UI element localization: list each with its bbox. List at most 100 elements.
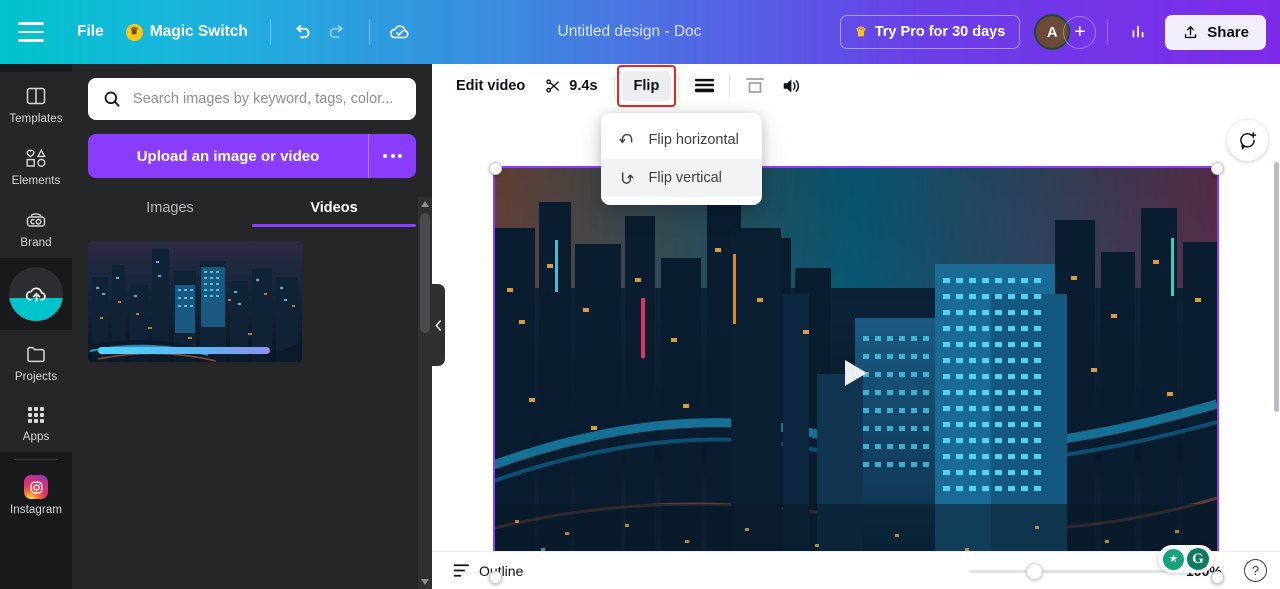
duration-label: 9.4s — [569, 78, 598, 94]
flip-dropdown-menu: Flip horizontal Flip vertical — [600, 113, 762, 205]
upload-button-group: Upload an image or video — [88, 134, 416, 178]
resize-handle-top-right[interactable] — [1210, 161, 1224, 175]
toolbar-divider — [678, 75, 680, 97]
position-layers-icon[interactable] — [686, 70, 722, 102]
hamburger-icon[interactable] — [18, 22, 44, 42]
play-icon[interactable] — [845, 359, 867, 386]
resize-handle-bottom-right[interactable] — [1210, 570, 1224, 584]
magic-switch-button[interactable]: ♛ Magic Switch — [115, 16, 259, 48]
outline-button[interactable]: Outline — [445, 557, 531, 585]
left-rail: Templates Elements Brand Projects Apps I… — [0, 64, 72, 589]
panel-collapse-button[interactable] — [432, 284, 445, 366]
resize-handle-bottom-left[interactable] — [488, 570, 502, 584]
design-canvas[interactable]: G — [432, 108, 1280, 584]
toolbar-divider — [729, 75, 731, 97]
scissors-icon — [546, 79, 560, 93]
scrollbar-thumb[interactable] — [1274, 162, 1279, 412]
panel-tabs: Images Videos — [88, 191, 416, 227]
caret-up-icon[interactable] — [418, 197, 432, 211]
outline-list-icon — [453, 564, 469, 577]
crown-icon: ♛ — [855, 24, 867, 39]
bottom-status-bar: Outline 100% ? — [432, 551, 1280, 589]
upload-arrow-icon — [1185, 25, 1197, 38]
grammarly-widget[interactable]: G — [1158, 545, 1214, 573]
toolbar-divider — [613, 75, 615, 97]
grammarly-logo[interactable]: G — [1187, 548, 1209, 570]
search-icon — [104, 91, 120, 107]
sidebar-item-label: Elements — [11, 175, 61, 187]
cloud-check-icon[interactable] — [381, 13, 419, 51]
templates-icon — [26, 87, 46, 105]
upload-button[interactable]: Upload an image or video — [88, 134, 368, 178]
share-button[interactable]: Share — [1165, 14, 1266, 50]
zoom-slider-knob[interactable] — [1026, 562, 1043, 580]
sidebar-item-projects[interactable]: Projects — [0, 330, 72, 392]
share-label: Share — [1207, 23, 1249, 41]
try-pro-label: Try Pro for 30 days — [874, 24, 1006, 40]
toolbar-divider — [269, 19, 271, 45]
question-mark-icon[interactable]: ? — [1244, 559, 1267, 582]
panel-scrollbar[interactable] — [418, 197, 432, 589]
list-item[interactable] — [88, 241, 302, 362]
selected-video-element[interactable]: G — [493, 166, 1219, 579]
sidebar-item-label: Apps — [22, 431, 50, 443]
editor-area: Edit video 9.4s Flip Flip horizontal Fli… — [432, 64, 1280, 589]
add-member-button[interactable]: + — [1063, 15, 1097, 49]
sidebar-item-label: Projects — [14, 371, 58, 383]
sidebar-item-templates[interactable]: Templates — [0, 72, 72, 134]
apps-grid-icon — [28, 407, 44, 423]
menu-item-flip-horizontal[interactable]: Flip horizontal — [601, 121, 762, 159]
sidebar-item-elements[interactable]: Elements — [0, 134, 72, 196]
tab-videos[interactable]: Videos — [252, 191, 416, 227]
uploads-panel: Upload an image or video Images Videos — [72, 64, 432, 589]
top-toolbar: File ♛ Magic Switch Untitled design - Do… — [0, 0, 1280, 64]
flip-control: Flip Flip horizontal Flip vertical — [600, 65, 762, 205]
edit-video-button[interactable]: Edit video — [446, 70, 535, 102]
sidebar-item-label: Templates — [9, 113, 63, 125]
sidebar-item-uploads[interactable] — [9, 267, 63, 321]
speaker-volume-icon[interactable] — [773, 70, 809, 102]
chevron-left-icon — [435, 319, 441, 331]
search-input[interactable] — [133, 91, 402, 107]
sidebar-item-label: Instagram — [9, 504, 63, 516]
media-grid — [72, 227, 432, 362]
brand-icon — [26, 213, 46, 227]
sidebar-item-apps[interactable]: Apps — [0, 392, 72, 452]
zoom-slider[interactable] — [970, 562, 1170, 580]
scrollbar-thumb[interactable] — [420, 213, 430, 333]
menu-item-flip-vertical[interactable]: Flip vertical — [600, 159, 762, 197]
document-title[interactable]: Untitled design - Doc — [548, 17, 712, 47]
file-menu-button[interactable]: File — [66, 16, 115, 48]
crown-icon: ♛ — [125, 23, 143, 41]
trim-duration-button[interactable]: 9.4s — [535, 70, 606, 102]
sidebar-item-label: Brand — [20, 237, 52, 249]
elements-icon — [26, 148, 46, 167]
ellipsis-icon[interactable] — [368, 134, 416, 178]
flip-vertical-icon — [621, 172, 633, 184]
cloud-upload-icon — [25, 287, 46, 302]
flip-horizontal-icon — [619, 133, 632, 144]
menu-item-label: Flip vertical — [648, 170, 722, 186]
magic-switch-label: Magic Switch — [149, 23, 248, 40]
resize-handle-top-left[interactable] — [488, 161, 502, 175]
sidebar-item-brand[interactable]: Brand — [0, 196, 72, 258]
flip-button[interactable]: Flip — [621, 71, 672, 101]
try-pro-button[interactable]: ♛ Try Pro for 30 days — [840, 15, 1021, 49]
instagram-icon — [24, 475, 48, 499]
toolbar-divider — [368, 19, 370, 45]
redo-icon[interactable] — [320, 13, 358, 51]
canvas-scrollbar[interactable] — [1273, 152, 1280, 513]
bar-chart-icon[interactable] — [1119, 13, 1157, 51]
sidebar-item-instagram[interactable]: Instagram — [0, 463, 72, 525]
video-toolbar: Edit video 9.4s Flip Flip horizontal Fli… — [432, 64, 1280, 205]
toolbar-divider — [1107, 19, 1109, 45]
search-bar[interactable] — [88, 78, 416, 120]
video-duration-bar — [98, 347, 270, 354]
zoom-slider-track — [970, 569, 1170, 573]
caret-down-icon[interactable] — [418, 575, 432, 589]
tab-images[interactable]: Images — [88, 191, 252, 227]
grammarly-suggestion-icon[interactable] — [1163, 548, 1184, 570]
undo-icon[interactable] — [282, 13, 320, 51]
crop-fit-icon[interactable] — [737, 70, 773, 102]
add-comment-icon[interactable] — [1227, 120, 1268, 161]
